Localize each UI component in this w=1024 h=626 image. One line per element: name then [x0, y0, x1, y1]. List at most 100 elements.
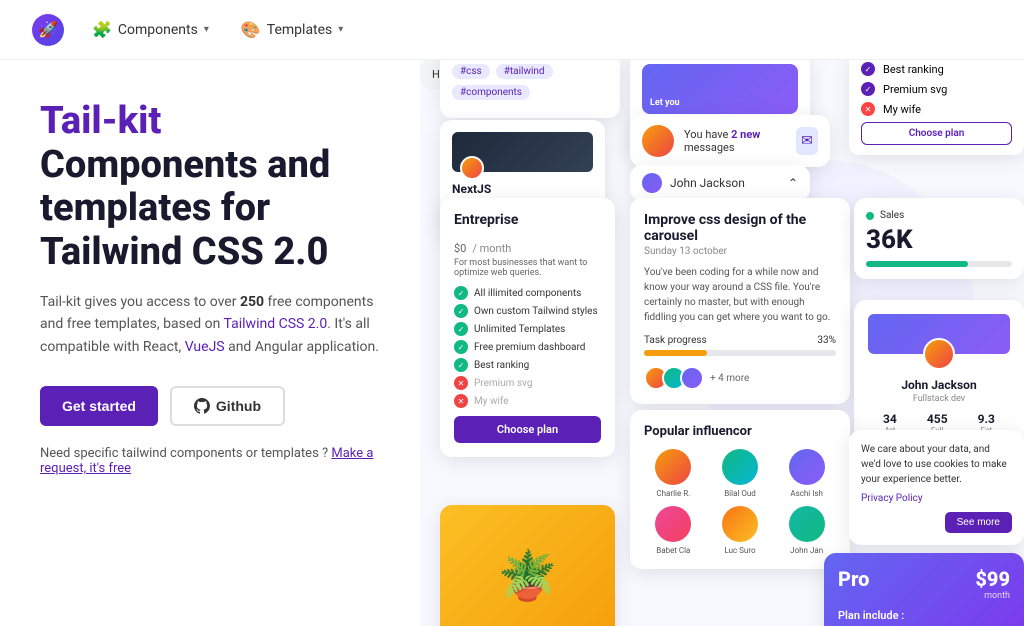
best-ranking-label: Best ranking [883, 63, 944, 76]
hero-description: Tail-kit gives you access to over 250 fr… [40, 291, 380, 358]
mail-icon: ✉ [796, 127, 818, 155]
my-wife-label: My wife [883, 103, 921, 116]
sales-progress-bar [866, 261, 1012, 267]
card-ranking: ✓ Best ranking ✓ Premium svg ✕ My wife C… [849, 60, 1024, 155]
dropdown-name: John Jackson [670, 176, 745, 190]
check-icon-f5: ✓ [454, 358, 468, 372]
nav-components[interactable]: 🧩 Components ▾ [88, 12, 213, 47]
hero-buttons: Get started Github [40, 386, 380, 426]
pro-price-amount: $99 [975, 567, 1010, 591]
nav-templates[interactable]: 🎨 Templates ▾ [237, 12, 347, 47]
navbar: 🚀 🧩 Components ▾ 🎨 Templates ▾ [0, 0, 1024, 60]
task-title: Improve css design of the carousel [644, 212, 836, 244]
task-body: You've been coding for a while now and k… [644, 265, 836, 325]
sales-bar-fill [866, 261, 968, 267]
influencer-1: Charlie R. [644, 449, 703, 498]
card-pricing: Entreprise $0 / month For most businesse… [440, 198, 615, 457]
sales-label: Sales [866, 210, 1012, 221]
nextjs-avatar [460, 156, 484, 180]
logo[interactable]: 🚀 [32, 14, 64, 46]
dropdown-chevron: ⌃ [788, 176, 798, 190]
ranking-item-best: ✓ Best ranking [861, 62, 1012, 76]
task-date: Sunday 13 october [644, 246, 836, 257]
components-icon: 🧩 [92, 20, 112, 39]
dropdown-left: John Jackson [642, 173, 745, 193]
influencer-5: Luc Suro [711, 506, 770, 555]
sales-amount: 36K [866, 225, 1012, 255]
github-button[interactable]: Github [170, 386, 285, 426]
john-name: John Jackson [868, 378, 1010, 392]
influencer-avatar-3 [789, 449, 825, 485]
pro-include: Plan include : [838, 609, 1010, 622]
influencer-avatar-4 [655, 506, 691, 542]
tag-row-2: #components [452, 85, 608, 100]
task-avatars: + 4 more [644, 366, 836, 390]
check-icon-f2: ✓ [454, 304, 468, 318]
john-avatar [923, 338, 955, 370]
task-more: + 4 more [710, 373, 749, 384]
card-influencer: Popular influencor Charlie R. Bilal Oud … [630, 410, 850, 569]
card-pro-plan: Pro $99 month Plan include : [824, 553, 1024, 626]
task-progress-bar [644, 350, 836, 356]
influencer-6: John Jan [777, 506, 836, 555]
influencer-avatar-1 [655, 449, 691, 485]
card-dropdown[interactable]: John Jackson ⌃ [630, 165, 810, 201]
chevron-down-icon-2: ▾ [338, 24, 343, 35]
nextjs-title: NextJS [452, 182, 593, 196]
feature-2: ✓ Own custom Tailwind styles [454, 304, 601, 318]
x-icon: ✕ [861, 102, 875, 116]
feature-1: ✓ All illimited components [454, 286, 601, 300]
influencer-2: Bilal Oud [711, 449, 770, 498]
card-sales: Sales 36K [854, 198, 1024, 279]
influencer-title: Popular influencor [644, 424, 836, 439]
influencer-3: Aschi Ish [777, 449, 836, 498]
notification-text: You have 2 new messages [684, 128, 786, 154]
pro-header: Pro $99 month [838, 567, 1010, 601]
card-cookie: We care about your data, and we'd love t… [849, 430, 1024, 545]
templates-icon: 🎨 [241, 20, 261, 39]
see-more-button[interactable]: See more [945, 512, 1012, 533]
task-progress-fill [644, 350, 707, 356]
feature-3: ✓ Unlimited Templates [454, 322, 601, 336]
premium-svg-label: Premium svg [883, 83, 947, 96]
check-icon-f1: ✓ [454, 286, 468, 300]
x-icon-f7: ✕ [454, 394, 468, 408]
card-tags: #css #tailwind #components [440, 60, 620, 118]
hero-section: Tail-kit Components and templates for Ta… [0, 60, 420, 626]
influencer-avatar-5 [722, 506, 758, 542]
main-layout: Tail-kit Components and templates for Ta… [0, 60, 1024, 626]
pro-price: $99 month [975, 567, 1010, 601]
feature-5: ✓ Best ranking [454, 358, 601, 372]
nextjs-header-bg [452, 132, 593, 172]
john-role: Fullstack dev [868, 394, 1010, 404]
card-plant: 🪴 [440, 505, 615, 626]
logo-icon: 🚀 [32, 14, 64, 46]
feature-6: ✕ Premium svg [454, 376, 601, 390]
ranking-item-wife: ✕ My wife [861, 102, 1012, 116]
check-icon-f4: ✓ [454, 340, 468, 354]
hero-title-main: Components and templates for Tailwind CS… [40, 143, 330, 274]
influencer-grid: Charlie R. Bilal Oud Aschi Ish Babet Cla… [644, 449, 836, 555]
get-started-button[interactable]: Get started [40, 386, 158, 426]
templates-label: Templates [267, 22, 333, 38]
choose-plan-pricing-button[interactable]: Choose plan [454, 416, 601, 443]
influencer-avatar-2 [722, 449, 758, 485]
check-icon: ✓ [861, 62, 875, 76]
hero-title: Tail-kit Components and templates for Ta… [40, 100, 380, 275]
feature-7: ✕ My wife [454, 394, 601, 408]
tag-css: #css [452, 64, 490, 79]
choose-plan-button-ranking[interactable]: Choose plan [861, 122, 1012, 145]
task-avatar-3 [680, 366, 704, 390]
john-header-bg [868, 314, 1010, 354]
card-task: Improve css design of the carousel Sunda… [630, 198, 850, 404]
tag-row: #css #tailwind [452, 64, 608, 79]
x-icon-f6: ✕ [454, 376, 468, 390]
privacy-policy-link[interactable]: Privacy Policy [861, 493, 1012, 504]
dropdown-avatar [642, 173, 662, 193]
hero-title-highlight: Tail-kit [40, 99, 161, 143]
tag-tailwind: #tailwind [496, 64, 553, 79]
pro-price-period: month [975, 591, 1010, 601]
cookie-text: We care about your data, and we'd love t… [861, 442, 1012, 487]
ranking-item-premium: ✓ Premium svg [861, 82, 1012, 96]
plant-emoji: 🪴 [498, 547, 558, 604]
